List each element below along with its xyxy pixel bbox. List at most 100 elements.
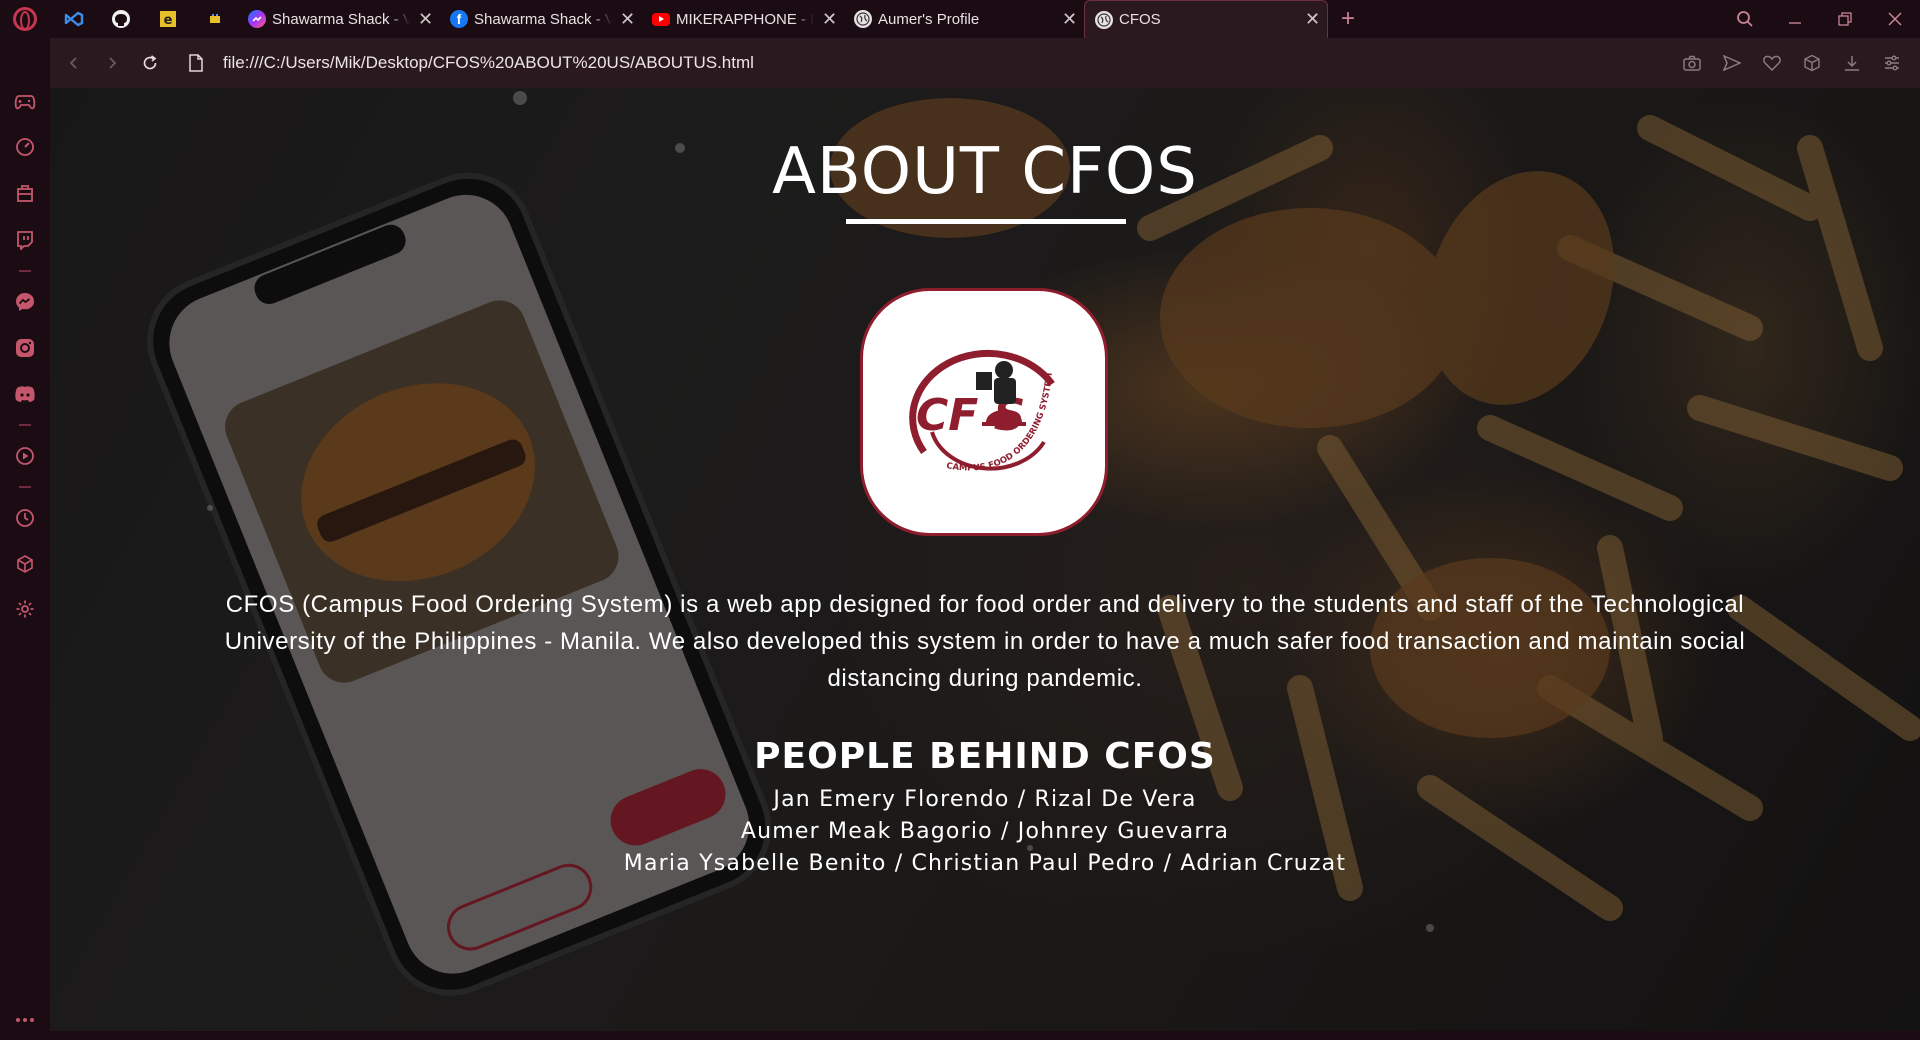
sidebar-item-discord[interactable] — [0, 374, 50, 414]
sidebar-item-messenger[interactable] — [0, 282, 50, 322]
reload-icon — [143, 55, 157, 70]
tab-bar: e Shawarma Shack - Victory F ✕ f Shawarm… — [0, 0, 1920, 38]
cfos-logo: CF S CAMPUS FOOD ORDERING SYSTEM — [860, 288, 1108, 536]
extensions-button[interactable] — [1792, 44, 1832, 82]
sidebar-item-settings[interactable] — [0, 589, 50, 629]
tab-title: MIKERAPPHONE - RAYUMA — [676, 10, 814, 28]
tab-title: Aumer's Profile — [878, 10, 980, 28]
people-heading: PEOPLE BEHIND CFOS — [754, 736, 1216, 777]
messenger-icon — [16, 293, 34, 311]
people-list: Jan Emery Florendo / Rizal De Vera Aumer… — [50, 784, 1920, 880]
sidebar-item-player[interactable] — [0, 436, 50, 476]
settings-icon — [16, 600, 34, 618]
discord-icon — [15, 386, 35, 402]
reload-button[interactable] — [131, 44, 169, 82]
downloads-button[interactable] — [1832, 44, 1872, 82]
speed-dial-icon — [16, 138, 34, 156]
cube-icon — [17, 555, 33, 573]
logo-graphic: CF S CAMPUS FOOD ORDERING SYSTEM — [909, 349, 1055, 474]
arrow-left-icon — [69, 57, 77, 69]
tab-title: CFOS — [1119, 11, 1161, 28]
sidebar-separator — [19, 270, 31, 272]
facebook-icon: f — [450, 10, 468, 28]
snapshot-button[interactable] — [1672, 44, 1712, 82]
pinned-tab-vscode[interactable] — [50, 0, 97, 38]
title-underline — [846, 219, 1126, 224]
sidebar-item-extensions[interactable] — [0, 544, 50, 584]
easy-setup-button[interactable] — [1872, 44, 1912, 82]
instagram-icon — [16, 339, 34, 357]
extension-icon — [209, 14, 220, 23]
close-icon[interactable]: ✕ — [1062, 9, 1077, 30]
back-button[interactable] — [55, 44, 93, 82]
sidebar-separator — [19, 486, 31, 488]
file-icon — [181, 54, 211, 72]
player-icon — [16, 447, 34, 465]
settings-sliders-icon — [1885, 55, 1899, 71]
globe-icon — [854, 10, 872, 28]
twitch-icon — [17, 231, 33, 250]
sidebar — [0, 38, 50, 1031]
sidebar-item-twitch[interactable] — [0, 220, 50, 260]
more-icon — [16, 1018, 34, 1022]
download-icon — [1845, 56, 1859, 71]
window-controls — [1720, 0, 1920, 38]
youtube-icon — [652, 12, 670, 26]
bag-icon — [17, 185, 33, 202]
sidebar-item-instagram[interactable] — [0, 328, 50, 368]
about-description: CFOS (Campus Food Ordering System) is a … — [224, 591, 1746, 692]
close-window-button[interactable] — [1870, 0, 1920, 38]
restore-icon — [1838, 12, 1852, 26]
close-icon[interactable]: ✕ — [1305, 9, 1320, 30]
bookmark-button[interactable] — [1752, 44, 1792, 82]
tab-search-button[interactable] — [1720, 0, 1770, 38]
sidebar-more-button[interactable] — [0, 1000, 50, 1040]
send-icon — [1723, 55, 1741, 71]
tab-title: Shawarma Shack - Victory F — [272, 10, 410, 28]
messenger-icon — [248, 10, 266, 28]
arrow-right-icon — [109, 57, 117, 69]
history-icon — [16, 509, 34, 527]
svg-text:e: e — [163, 13, 172, 28]
tab-shawarma-facebook[interactable]: f Shawarma Shack - Victory F ✕ — [440, 0, 642, 38]
sidebar-item-speed-dial[interactable] — [0, 127, 50, 167]
edge-icon: e — [159, 11, 176, 28]
vscode-icon — [64, 11, 83, 27]
minimize-icon — [1789, 22, 1801, 24]
camera-icon — [1683, 55, 1701, 71]
page-title: ABOUT CFOS — [772, 135, 1198, 209]
new-tab-button[interactable]: + — [1328, 0, 1368, 38]
opera-menu-button[interactable] — [0, 0, 50, 38]
sidebar-item-gx-control[interactable] — [0, 82, 50, 122]
pinned-tab-extension[interactable] — [191, 0, 238, 38]
url-field[interactable]: file:///C:/Users/Mik/Desktop/CFOS%20ABOU… — [181, 45, 1672, 81]
people-row: Jan Emery Florendo / Rizal De Vera — [773, 787, 1197, 812]
cube-icon — [1804, 54, 1820, 72]
sidebar-item-history[interactable] — [0, 498, 50, 538]
pinned-tabs: e — [50, 0, 238, 38]
pinned-tab-edge[interactable]: e — [144, 0, 191, 38]
tab-title: Shawarma Shack - Victory F — [474, 10, 612, 28]
minimize-button[interactable] — [1770, 0, 1820, 38]
github-icon — [111, 10, 130, 28]
close-icon — [1888, 12, 1902, 26]
people-row: Aumer Meak Bagorio / Johnrey Guevarra — [740, 819, 1230, 844]
close-icon[interactable]: ✕ — [822, 9, 837, 30]
address-bar: file:///C:/Users/Mik/Desktop/CFOS%20ABOU… — [50, 38, 1920, 88]
tab-youtube[interactable]: MIKERAPPHONE - RAYUMA ✕ — [642, 0, 844, 38]
address-actions — [1672, 44, 1912, 82]
heart-icon — [1763, 55, 1781, 71]
page-viewport: ABOUT CFOS CF S CAMPUS FOOD ORDERING SYS… — [50, 88, 1920, 1031]
pinned-tab-github[interactable] — [97, 0, 144, 38]
tab-cfos[interactable]: CFOS ✕ — [1084, 0, 1328, 38]
url-text: file:///C:/Users/Mik/Desktop/CFOS%20ABOU… — [223, 53, 754, 72]
gamepad-icon — [14, 95, 36, 110]
forward-button[interactable] — [93, 44, 131, 82]
close-icon[interactable]: ✕ — [418, 9, 433, 30]
sidebar-item-store[interactable] — [0, 173, 50, 213]
restore-button[interactable] — [1820, 0, 1870, 38]
send-button[interactable] — [1712, 44, 1752, 82]
tab-aumer-profile[interactable]: Aumer's Profile ✕ — [844, 0, 1084, 38]
tab-shawarma-messenger[interactable]: Shawarma Shack - Victory F ✕ — [238, 0, 440, 38]
close-icon[interactable]: ✕ — [620, 9, 635, 30]
